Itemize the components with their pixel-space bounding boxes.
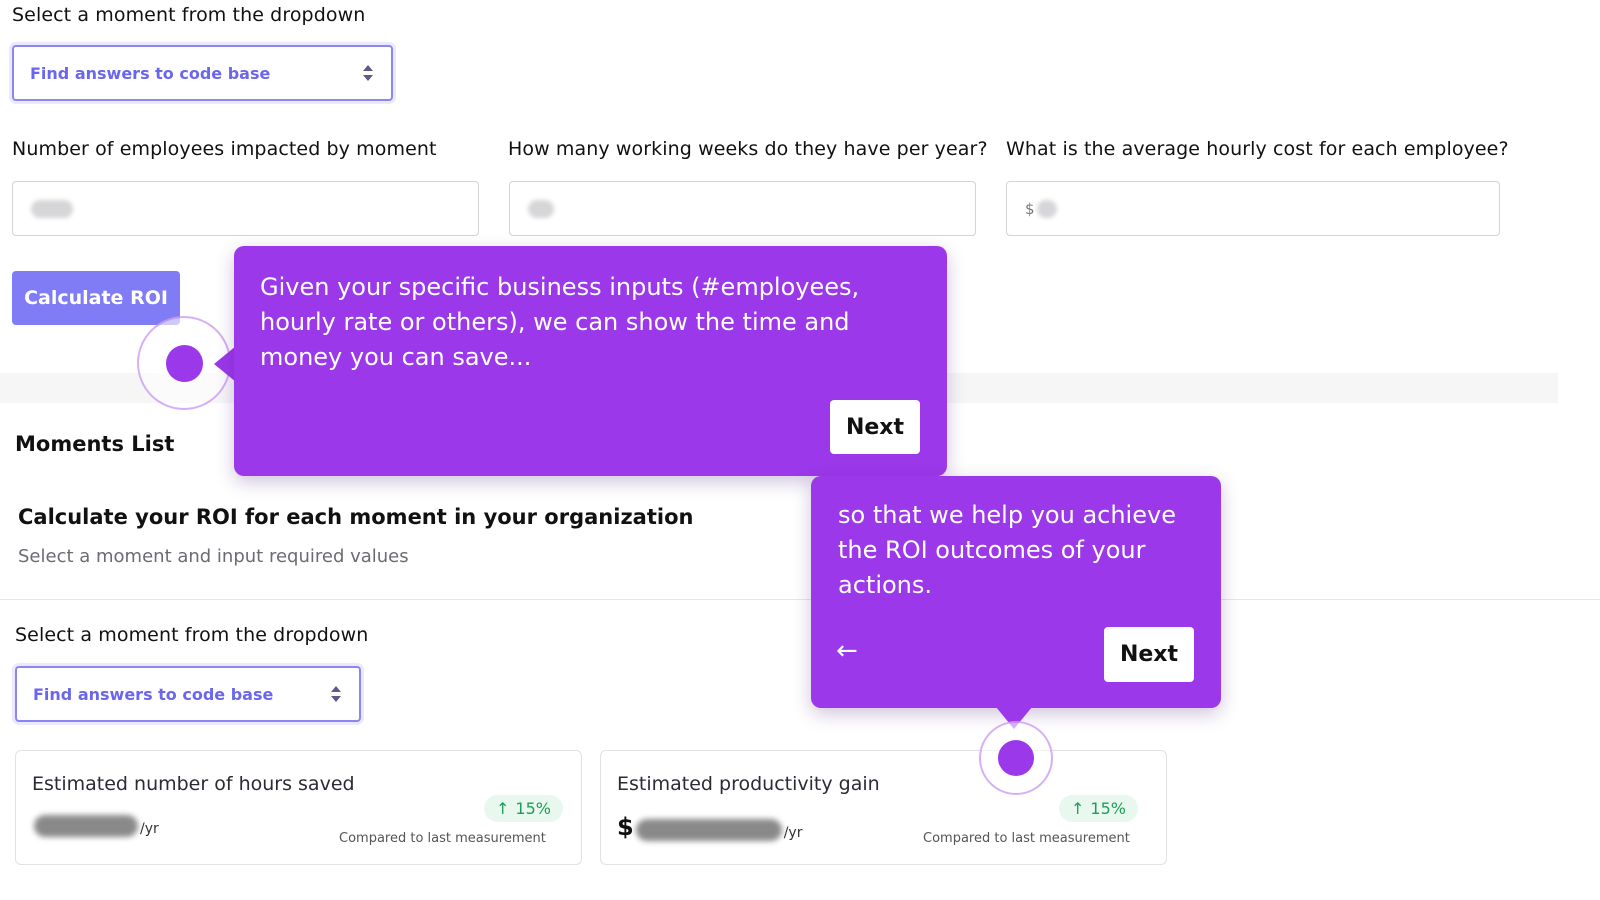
tooltip-1-pointer bbox=[214, 346, 236, 382]
employees-input[interactable] bbox=[12, 181, 479, 236]
chevron-updown-icon bbox=[361, 64, 375, 82]
hours-saved-unit: /yr bbox=[140, 821, 159, 837]
arrow-up-icon: ↑ bbox=[496, 799, 510, 818]
moment-dropdown[interactable]: Find answers to code base bbox=[12, 45, 393, 101]
productivity-gain-badge: ↑ 15% bbox=[1059, 795, 1138, 822]
weeks-label: How many working weeks do they have per … bbox=[508, 138, 988, 160]
employees-label: Number of employees impacted by moment bbox=[12, 138, 437, 160]
weeks-input[interactable] bbox=[509, 181, 976, 236]
tooltip-2-text: so that we help you achieve the ROI outc… bbox=[838, 501, 1176, 599]
hours-saved-value: /yr bbox=[32, 815, 159, 837]
employees-value-redacted bbox=[31, 199, 73, 218]
tooltip-1-next-button[interactable]: Next bbox=[830, 400, 920, 454]
tooltip-1: Given your specific business inputs (#em… bbox=[234, 246, 947, 476]
roi-section-title: Calculate your ROI for each moment in yo… bbox=[18, 505, 694, 529]
hours-saved-compare: Compared to last measurement bbox=[339, 831, 546, 846]
currency-prefix: $ bbox=[1025, 199, 1035, 218]
tooltip-1-text: Given your specific business inputs (#em… bbox=[260, 273, 860, 371]
hourly-cost-value-redacted bbox=[1036, 199, 1057, 218]
hours-saved-badge: ↑ 15% bbox=[484, 795, 563, 822]
chevron-updown-icon bbox=[329, 685, 343, 703]
productivity-gain-unit: /yr bbox=[783, 825, 803, 841]
productivity-gain-card: Estimated productivity gain ↑ 15% $ /yr … bbox=[600, 750, 1167, 865]
hours-saved-card: Estimated number of hours saved ↑ 15% /y… bbox=[15, 750, 582, 865]
hours-saved-title: Estimated number of hours saved bbox=[32, 773, 355, 795]
hourly-cost-label: What is the average hourly cost for each… bbox=[1006, 138, 1509, 160]
moment-dropdown-value: Find answers to code base bbox=[30, 63, 271, 83]
roi-section-subtitle: Select a moment and input required value… bbox=[18, 546, 409, 567]
hours-saved-badge-value: 15% bbox=[515, 799, 551, 818]
productivity-gain-value: $ /yr bbox=[617, 813, 802, 841]
productivity-gain-value-redacted bbox=[635, 819, 782, 841]
select-moment-label-2: Select a moment from the dropdown bbox=[15, 624, 369, 646]
calculate-roi-button[interactable]: Calculate ROI bbox=[12, 271, 180, 325]
beacon-dot-2[interactable] bbox=[998, 740, 1034, 776]
productivity-gain-badge-value: 15% bbox=[1090, 799, 1126, 818]
hourly-cost-input[interactable]: $ bbox=[1006, 181, 1500, 236]
productivity-gain-prefix: $ bbox=[617, 813, 634, 841]
hours-saved-value-redacted bbox=[34, 815, 138, 837]
divider bbox=[0, 599, 1600, 600]
moments-list-title: Moments List bbox=[15, 432, 175, 456]
tooltip-2-next-button[interactable]: Next bbox=[1104, 627, 1194, 682]
select-moment-label: Select a moment from the dropdown bbox=[12, 4, 366, 26]
productivity-gain-compare: Compared to last measurement bbox=[923, 831, 1130, 846]
arrow-up-icon: ↑ bbox=[1071, 799, 1085, 818]
tooltip-2: so that we help you achieve the ROI outc… bbox=[811, 476, 1221, 708]
weeks-value-redacted bbox=[528, 199, 554, 218]
moment-dropdown-2[interactable]: Find answers to code base bbox=[15, 666, 361, 722]
beacon-dot-1[interactable] bbox=[166, 345, 203, 382]
productivity-gain-title: Estimated productivity gain bbox=[617, 773, 880, 795]
moment-dropdown-2-value: Find answers to code base bbox=[33, 684, 274, 704]
arrow-left-icon[interactable]: ← bbox=[836, 636, 858, 666]
